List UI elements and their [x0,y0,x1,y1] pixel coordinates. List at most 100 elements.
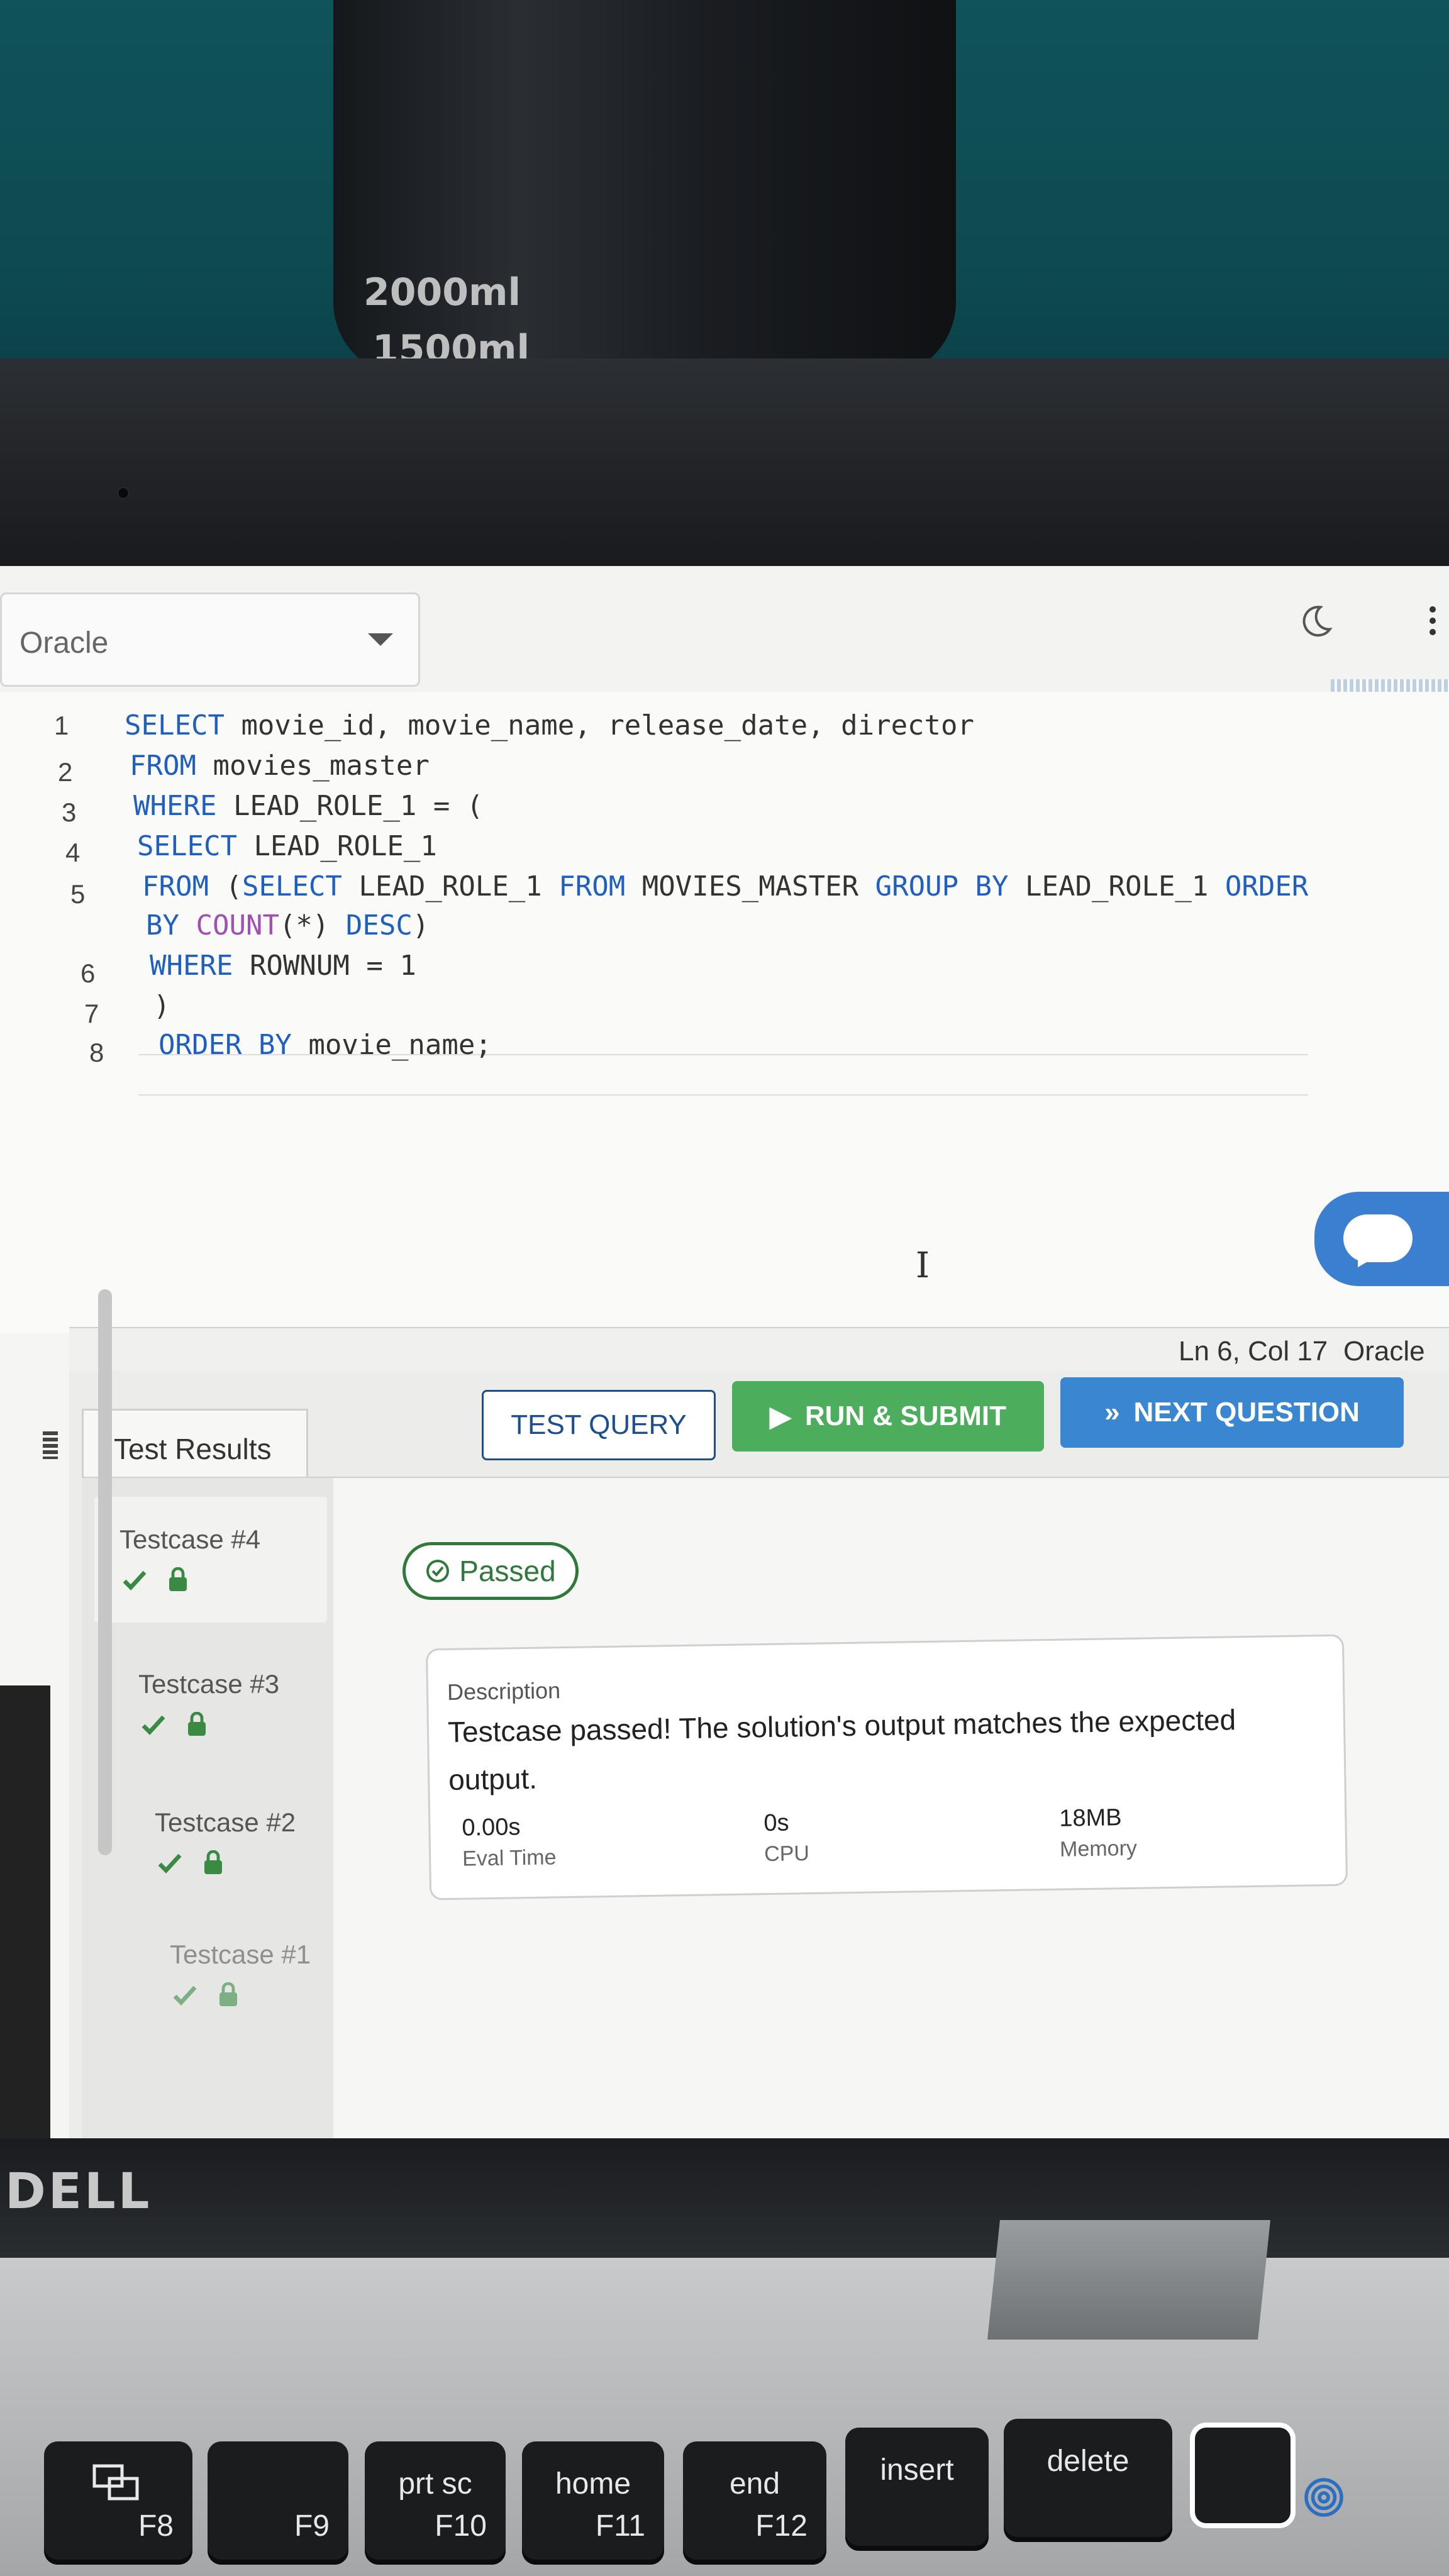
run-submit-button[interactable]: ▶ RUN & SUBMIT [732,1381,1044,1452]
key-top-label: insert [880,2453,954,2487]
chevron-down-icon [368,633,393,646]
key-top-label: end [729,2467,780,2501]
code-token: LEAD_ROLE_1 [236,830,437,862]
key-f10[interactable]: prt sc F10 [365,2441,506,2565]
lock-icon [219,1982,238,2006]
chat-button[interactable] [1314,1192,1449,1286]
line-number: 7 [84,999,99,1028]
text-cursor-icon: I [916,1245,930,1286]
laptop-hinge [987,2220,1270,2340]
check-icon [173,1985,197,2006]
code-token: movie_id, movie_name, release_date, dire… [224,709,975,741]
key-delete[interactable]: delete [1004,2419,1172,2542]
line-number: 1 [54,711,69,740]
testcase-label: Testcase #2 [155,1807,296,1837]
key-label: F11 [595,2509,645,2543]
code-token: FROM [130,750,196,782]
code-token: WHERE [133,790,217,822]
double-chevron-right-icon: » [1104,1397,1120,1428]
tab-test-results[interactable]: Test Results [82,1409,308,1478]
editor-status-bar: Ln 6, Col 17 Oracle [69,1327,1449,1372]
database-select[interactable]: Oracle [0,592,420,687]
more-vertical-icon[interactable] [1426,601,1439,652]
key-f11[interactable]: home F11 [522,2441,664,2565]
check-icon [123,1570,147,1591]
key-f9[interactable]: F9 [208,2441,348,2565]
code-line-8: ORDER BY movie_name; [158,1029,492,1061]
code-line-4: SELECT LEAD_ROLE_1 [137,830,437,862]
passed-label: Passed [459,1555,556,1587]
status-language: Oracle [1343,1336,1425,1367]
code-editor[interactable]: 1 2 3 4 5 6 7 8 SELECT movie_id, movie_n… [0,692,1449,1459]
code-token: BY [146,909,179,941]
key-top-label: home [555,2467,631,2501]
code-token: GROUP BY [875,870,1009,902]
code-token: ORDER BY [158,1029,292,1061]
code-line-1: SELECT movie_id, movie_name, release_dat… [125,709,974,741]
testcase-label: Testcase #4 [119,1524,261,1554]
code-token: ) [153,990,170,1022]
test-query-label: TEST QUERY [511,1409,687,1440]
moon-icon[interactable] [1297,602,1335,640]
screen-edge-shadow [0,1685,50,2138]
database-select-value: Oracle [19,626,109,660]
code-line-5: FROM (SELECT LEAD_ROLE_1 FROM MOVIES_MAS… [142,870,1308,902]
metric-label: CPU [763,1841,810,1867]
fingerprint-icon [1304,2478,1343,2517]
line-number: 4 [65,838,80,867]
power-button[interactable] [1190,2423,1296,2528]
test-query-button[interactable]: TEST QUERY [482,1390,716,1460]
metric-memory: 18MB Memory [1059,1804,1137,1862]
line-number: 5 [70,879,86,909]
code-token: ) [412,909,430,941]
next-question-label: NEXT QUESTION [1133,1397,1360,1428]
testcase-item-4[interactable]: Testcase #4 [94,1497,327,1623]
line-number: 3 [62,797,77,827]
description-card: Description Testcase passed! The solutio… [425,1634,1348,1901]
key-top-label: delete [1046,2445,1130,2478]
lock-icon [204,1850,223,1874]
metric-label: Memory [1059,1836,1138,1862]
lock-icon [169,1567,187,1591]
testcase-item-3[interactable]: Testcase #3 [113,1641,346,1767]
testcase-label: Testcase #3 [138,1669,280,1699]
code-token: SELECT [242,870,342,902]
key-label: F10 [435,2509,487,2543]
testcase-label: Testcase #1 [170,1940,311,1969]
passed-badge: Passed [402,1542,579,1600]
check-circle-icon [426,1560,450,1582]
key-insert[interactable]: insert [845,2428,989,2551]
code-token: FROM [558,870,626,902]
key-f12[interactable]: end F12 [683,2441,826,2565]
code-token: ( [208,870,242,902]
metric-value: 0s [763,1809,789,1837]
panel-scrollbar[interactable] [98,1289,112,1855]
measuring-bottle: 2000ml 1500ml [333,0,956,377]
code-token: LEAD_ROLE_1 [341,870,559,902]
code-line-7: ) [153,990,170,1022]
code-token: SELECT [137,830,237,862]
photo-scene: 2000ml 1500ml Oracle 1 2 3 4 5 6 7 8 SEL… [0,0,1449,2576]
code-line-2: FROM movies_master [130,750,430,782]
code-token: ORDER [1224,870,1309,902]
testcase-item-2[interactable]: Testcase #2 [130,1780,362,1906]
metric-eval-time: 0.00s Eval Time [462,1813,557,1871]
code-token: MOVIES_MASTER [625,870,875,902]
code-token: (*) [279,909,346,941]
code-line-3: WHERE LEAD_ROLE_1 = ( [133,790,483,822]
next-question-button[interactable]: » NEXT QUESTION [1060,1377,1404,1448]
key-f8[interactable]: F8 [44,2441,192,2565]
tab-test-results-label: Test Results [114,1433,272,1465]
play-icon: ▶ [769,1401,791,1432]
check-icon [158,1853,182,1874]
line-number: 6 [80,958,96,988]
testcase-detail: Passed Description Testcase passed! The … [333,1478,1449,2138]
laptop-screen: Oracle 1 2 3 4 5 6 7 8 SELECT movie_id, … [0,566,1449,2138]
key-top-label: prt sc [398,2467,472,2501]
resize-handle-icon[interactable] [43,1431,58,1459]
check-icon [142,1715,165,1735]
code-token: ROWNUM = 1 [233,950,416,982]
code-token: LEAD_ROLE_1 = ( [216,790,484,822]
laptop-top-bezel [0,358,1449,585]
